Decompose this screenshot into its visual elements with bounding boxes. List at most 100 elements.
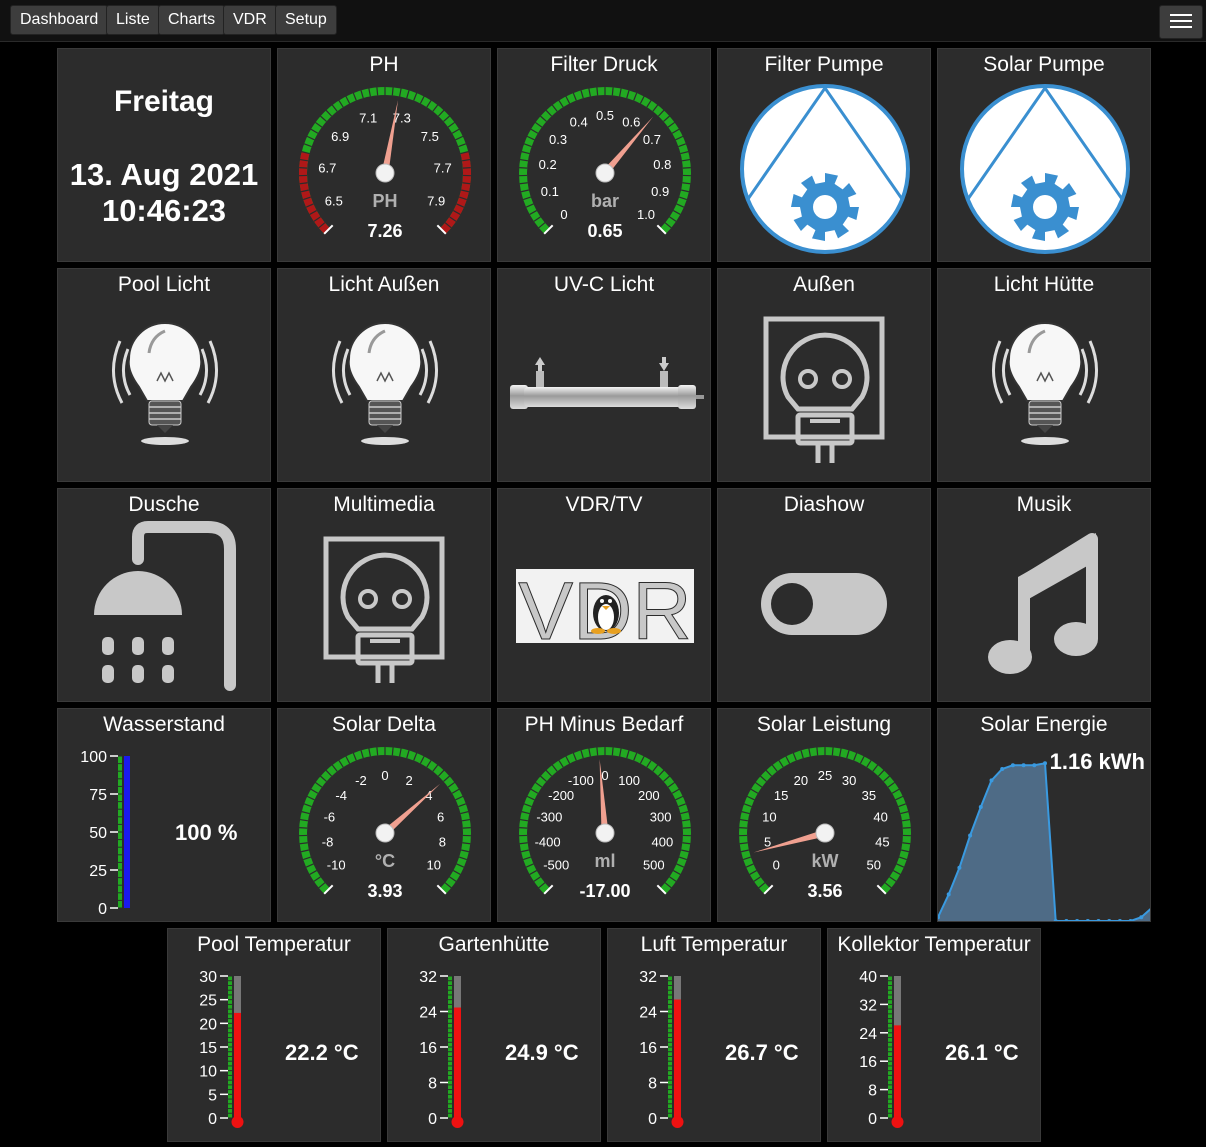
gauge-tick-label: 40 (873, 810, 887, 825)
thermo-tick-label: 16 (859, 1054, 877, 1071)
socket-hole (832, 369, 852, 389)
level-tick-label: 25 (89, 863, 107, 880)
solar-energie-tile[interactable]: Solar Energie 1.16 kWh (937, 708, 1151, 922)
time-label: 10:46:23 (101, 193, 227, 228)
ph-gauge-value: 7.26 (367, 221, 403, 241)
gauge-tick-label: 400 (652, 834, 674, 849)
filter-druck-value: 0.65 (587, 221, 623, 241)
gauge-tick-label: 0 (560, 207, 567, 222)
toggle-icon (761, 573, 887, 635)
socket-face (340, 552, 430, 632)
gear-hole (813, 195, 837, 219)
thermo-tick-label: 40 (859, 969, 877, 986)
gauge-tick-label: 5 (764, 834, 771, 849)
gauge-tick-label: 6.7 (318, 160, 336, 175)
thermo-tick-label: 16 (419, 1040, 437, 1057)
gauge-tick-label: -2 (355, 773, 367, 788)
thermo-bulb (451, 1116, 464, 1128)
ph-gauge-tile[interactable]: PH 6.5 6.7 6.9 7.1 7.3 7.5 7.7 7.9 PH 7.26 (277, 48, 491, 262)
gauge-tick-label: 15 (774, 788, 788, 803)
gauge-tick-label: 20 (794, 773, 808, 788)
hamburger-icon-bar (1170, 20, 1192, 22)
ph-minus-value: -17.00 (579, 881, 631, 901)
energy-point (1064, 919, 1069, 921)
vdr-tv-tile[interactable]: VDR/TV VDR (497, 488, 711, 702)
energy-point (968, 833, 973, 838)
nav-charts-button[interactable]: Charts (158, 5, 226, 35)
vdr-logo-icon: VDR (516, 566, 694, 658)
musik-tile[interactable]: Musik (937, 488, 1151, 702)
thermo-tick-label: 25 (199, 993, 217, 1010)
gauge-minor-tick (299, 827, 308, 829)
glow-arc (1086, 340, 1099, 404)
gauge-tick-label: 0 (381, 768, 388, 783)
gauge-tick-label: 0.8 (653, 157, 671, 172)
gauge-tick-label: 100 (618, 773, 640, 788)
pool-licht-tile[interactable]: Pool Licht (57, 268, 271, 482)
energy-point (1096, 919, 1101, 921)
ph-minus-gauge-tile[interactable]: PH Minus Bedarf -500 -400 -300 -200 -100 0 100… (497, 708, 711, 922)
solar-delta-gauge-tile[interactable]: Solar Delta -10 -8 -6 -4 -2 0 2 4 6 8 10 °C 3.93 (277, 708, 491, 922)
gauge-tick-label: -200 (548, 788, 574, 803)
nav-setup-button[interactable]: Setup (275, 5, 337, 35)
gauge-minor-tick (519, 827, 528, 829)
gauge-minor-tick (682, 827, 691, 829)
gauge-minor-tick (376, 87, 379, 96)
thermo-tick-label: 24 (639, 1005, 657, 1022)
gauge-tick-label: 0 (601, 768, 608, 783)
gauge-minor-tick (462, 827, 471, 829)
gauge-unit-label: °C (375, 851, 395, 871)
gauge-tick-label: 0.3 (549, 132, 567, 147)
solar-pumpe-tile[interactable]: Solar Pumpe (937, 48, 1151, 262)
gauge-tick-label: 6 (437, 810, 444, 825)
thermo-fill (674, 999, 681, 1120)
level-fill-bar (124, 756, 130, 908)
gauge-tick-label: -4 (335, 788, 347, 803)
bulb-tip (1037, 425, 1053, 433)
gauge-tick-label: -300 (536, 810, 562, 825)
light-bulb-icon (991, 322, 1099, 445)
nav-dashboard-button[interactable]: Dashboard (10, 5, 109, 35)
socket-face (780, 332, 870, 412)
uvc-licht-tile[interactable]: UV-C Licht (497, 268, 711, 482)
date-label: 13. Aug 2021 (69, 157, 259, 192)
diashow-tile[interactable]: Diashow (717, 488, 931, 702)
filter-pumpe-tile[interactable]: Filter Pumpe (717, 48, 931, 262)
gauge-needle-hub (375, 823, 395, 843)
glow-arc (111, 340, 124, 404)
gauge-minor-tick (596, 747, 599, 756)
solar-leistung-gauge-tile[interactable]: Solar Leistung 0 5 10 15 20 25 30 35 40 45 50 kW 3.… (717, 708, 931, 922)
hamburger-icon-bar (1170, 26, 1192, 28)
gauge-tick-label: 7.7 (434, 160, 452, 175)
thermo-tick-label: 30 (199, 969, 217, 986)
gauge-tick-label: 0.9 (651, 184, 669, 199)
nav-liste-button[interactable]: Liste (106, 5, 160, 35)
socket-hole (358, 589, 378, 609)
gauge-tick-label: 7.1 (359, 110, 377, 125)
nav-vdr-button[interactable]: VDR (223, 5, 277, 35)
energy-point (957, 865, 962, 870)
energy-point (1107, 919, 1112, 921)
thermo-fill (894, 1025, 901, 1120)
hamburger-menu-button[interactable] (1159, 5, 1203, 39)
licht-huette-tile[interactable]: Licht Hütte (937, 268, 1151, 482)
aussen-tile[interactable]: Außen (717, 268, 931, 482)
bulb-tip (157, 425, 173, 433)
licht-aussen-tile[interactable]: Licht Außen (277, 268, 491, 482)
thermometer: 30 25 20 15 10 5 0 (199, 969, 244, 1128)
music-note-icon (988, 533, 1098, 674)
thermo-fill (454, 1007, 461, 1120)
luft-temperatur-value: 26.7 °C (725, 1040, 799, 1065)
thermometer: 32 24 16 8 0 (419, 969, 464, 1128)
dusche-tile[interactable]: Dusche (57, 488, 271, 702)
filter-druck-gauge-tile[interactable]: Filter Druck 0 0.1 0.2 0.3 0.4 0.5 0.6 0.7 0.8 0.… (497, 48, 711, 262)
energy-point (1021, 763, 1026, 768)
gauge-tick-label: -500 (543, 857, 569, 872)
gauge-needle-hub (595, 163, 615, 183)
gartenhuette-tile: Gartenhütte 32 24 16 8 0 24.9 °C (387, 928, 601, 1142)
thermo-tick-label: 24 (419, 1005, 437, 1022)
multimedia-tile[interactable]: Multimedia (277, 488, 491, 702)
gauge-tick-label: 0.1 (541, 184, 559, 199)
date-tile: Freitag 13. Aug 2021 10:46:23 (57, 48, 271, 262)
level-tick-label: 50 (89, 825, 107, 842)
